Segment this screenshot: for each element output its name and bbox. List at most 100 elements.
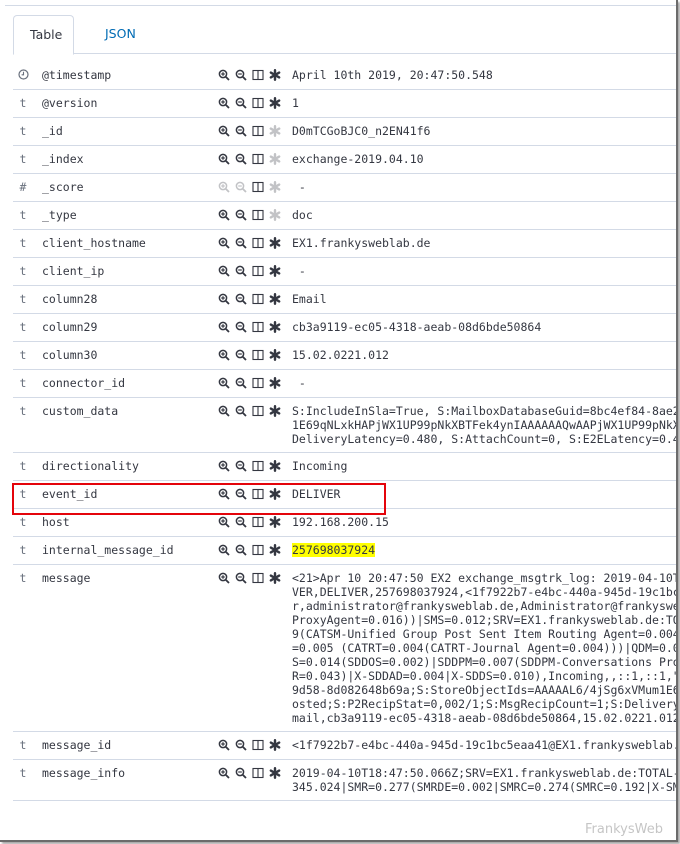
toggle-column-icon[interactable]	[251, 264, 265, 278]
field-actions	[217, 459, 282, 473]
filter-out-value-icon[interactable]	[234, 208, 248, 222]
filter-out-value-icon[interactable]	[234, 459, 248, 473]
field-name: client_ip	[42, 264, 105, 278]
filter-for-value-icon[interactable]	[217, 348, 231, 362]
filter-out-value-icon[interactable]	[234, 543, 248, 557]
field-row-client-ip: t client_ip -	[13, 258, 676, 286]
filter-out-value-icon[interactable]	[234, 571, 248, 585]
tab-table[interactable]: Table	[13, 15, 74, 55]
filter-exists-icon[interactable]	[268, 264, 282, 278]
filter-exists-icon[interactable]	[268, 348, 282, 362]
string-type-icon: t	[19, 459, 27, 473]
filter-exists-icon[interactable]	[268, 571, 282, 585]
field-actions	[217, 96, 282, 110]
filter-for-value-icon[interactable]	[217, 571, 231, 585]
toggle-column-icon[interactable]	[251, 292, 265, 306]
field-value: -	[292, 264, 306, 278]
string-type-icon: t	[19, 264, 27, 278]
field-actions	[217, 292, 282, 306]
filter-out-value-icon[interactable]	[234, 68, 248, 82]
filter-exists-icon	[268, 152, 282, 166]
filter-exists-icon[interactable]	[268, 766, 282, 780]
filter-out-value-icon[interactable]	[234, 124, 248, 138]
toggle-column-icon[interactable]	[251, 543, 265, 557]
filter-out-value-icon[interactable]	[234, 404, 248, 418]
filter-for-value-icon[interactable]	[217, 766, 231, 780]
filter-for-value-icon[interactable]	[217, 124, 231, 138]
filter-exists-icon[interactable]	[268, 96, 282, 110]
toggle-column-icon[interactable]	[251, 124, 265, 138]
filter-exists-icon[interactable]	[268, 376, 282, 390]
toggle-column-icon[interactable]	[251, 180, 265, 194]
filter-for-value-icon[interactable]	[217, 236, 231, 250]
filter-for-value-icon[interactable]	[217, 738, 231, 752]
field-row-custom-data: t custom_data S:IncludeInSla=True, S:Mailb…	[13, 398, 676, 453]
filter-exists-icon[interactable]	[268, 404, 282, 418]
filter-for-value-icon[interactable]	[217, 459, 231, 473]
filter-out-value-icon[interactable]	[234, 96, 248, 110]
toggle-column-icon[interactable]	[251, 738, 265, 752]
filter-out-value-icon[interactable]	[234, 738, 248, 752]
filter-exists-icon[interactable]	[268, 292, 282, 306]
toggle-column-icon[interactable]	[251, 515, 265, 529]
filter-for-value-icon[interactable]	[217, 543, 231, 557]
filter-for-value-icon[interactable]	[217, 292, 231, 306]
filter-for-value-icon[interactable]	[217, 515, 231, 529]
toggle-column-icon[interactable]	[251, 376, 265, 390]
filter-for-value-icon[interactable]	[217, 264, 231, 278]
filter-for-value-icon[interactable]	[217, 487, 231, 501]
filter-for-value-icon[interactable]	[217, 404, 231, 418]
tab-json[interactable]: JSON	[89, 15, 152, 53]
filter-exists-icon[interactable]	[268, 738, 282, 752]
filter-for-value-icon[interactable]	[217, 152, 231, 166]
field-value: 15.02.0221.012	[292, 348, 389, 362]
field-row-column28: t column28 Email	[13, 286, 676, 314]
toggle-column-icon[interactable]	[251, 348, 265, 362]
field-value: April 10th 2019, 20:47:50.548	[292, 68, 493, 82]
filter-exists-icon[interactable]	[268, 236, 282, 250]
filter-out-value-icon[interactable]	[234, 264, 248, 278]
toggle-column-icon[interactable]	[251, 766, 265, 780]
field-name: _id	[42, 124, 63, 138]
field-row-internal-message-id: t internal_message_id 257698037924	[13, 537, 676, 565]
search-highlight: 257698037924	[292, 543, 376, 557]
filter-out-value-icon[interactable]	[234, 348, 248, 362]
filter-for-value-icon[interactable]	[217, 96, 231, 110]
filter-exists-icon[interactable]	[268, 543, 282, 557]
filter-out-value-icon[interactable]	[234, 376, 248, 390]
toggle-column-icon[interactable]	[251, 487, 265, 501]
toggle-column-icon[interactable]	[251, 320, 265, 334]
toggle-column-icon[interactable]	[251, 68, 265, 82]
filter-exists-icon[interactable]	[268, 459, 282, 473]
field-row-message-id: t message_id <1f7922b7-e4bc-440a-945d-19c1…	[13, 732, 676, 760]
field-actions	[217, 766, 282, 780]
filter-exists-icon[interactable]	[268, 487, 282, 501]
field-name: _score	[42, 180, 84, 194]
field-actions	[217, 738, 282, 752]
filter-exists-icon[interactable]	[268, 320, 282, 334]
filter-out-value-icon[interactable]	[234, 766, 248, 780]
field-value: 257698037924	[292, 537, 676, 563]
filter-out-value-icon[interactable]	[234, 487, 248, 501]
toggle-column-icon[interactable]	[251, 404, 265, 418]
field-row-column29: t column29 cb3a9119-ec05-4318-aeab-08d6bde…	[13, 314, 676, 342]
field-value: exchange-2019.04.10	[292, 152, 424, 166]
toggle-column-icon[interactable]	[251, 208, 265, 222]
filter-out-value-icon[interactable]	[234, 515, 248, 529]
filter-for-value-icon[interactable]	[217, 68, 231, 82]
filter-out-value-icon[interactable]	[234, 152, 248, 166]
toggle-column-icon[interactable]	[251, 459, 265, 473]
filter-exists-icon[interactable]	[268, 515, 282, 529]
toggle-column-icon[interactable]	[251, 236, 265, 250]
filter-for-value-icon[interactable]	[217, 376, 231, 390]
filter-for-value-icon[interactable]	[217, 320, 231, 334]
filter-exists-icon[interactable]	[268, 68, 282, 82]
toggle-column-icon[interactable]	[251, 152, 265, 166]
field-actions	[217, 571, 282, 585]
filter-out-value-icon[interactable]	[234, 236, 248, 250]
filter-for-value-icon[interactable]	[217, 208, 231, 222]
filter-out-value-icon[interactable]	[234, 320, 248, 334]
filter-out-value-icon[interactable]	[234, 292, 248, 306]
toggle-column-icon[interactable]	[251, 96, 265, 110]
toggle-column-icon[interactable]	[251, 571, 265, 585]
